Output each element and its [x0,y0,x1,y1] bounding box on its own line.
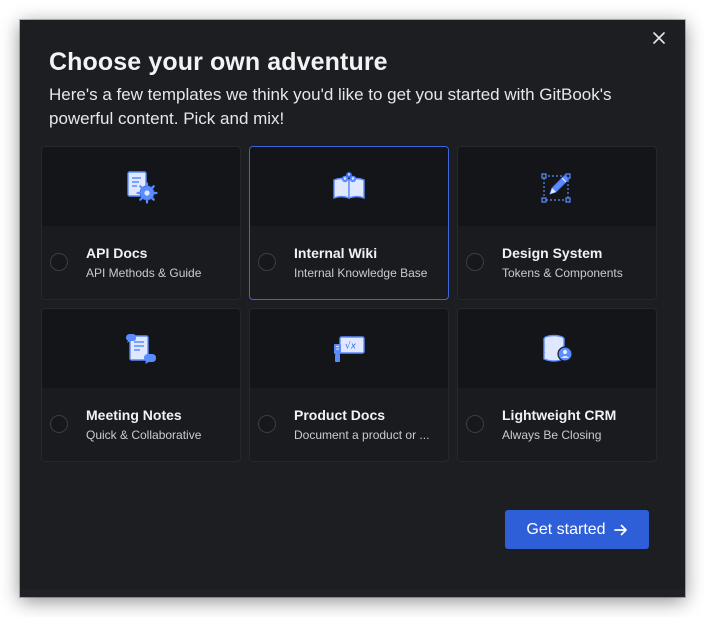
template-card-api-docs[interactable]: API Docs API Methods & Guide [41,146,241,300]
card-illustration [42,309,240,388]
template-card-meeting-notes[interactable]: Meeting Notes Quick & Collaborative [41,308,241,462]
close-icon [653,32,665,44]
template-description: Document a product or ... [294,428,430,442]
template-radio[interactable] [50,415,68,433]
template-title: Product Docs [294,407,386,423]
template-description: Internal Knowledge Base [294,266,428,280]
template-title: Internal Wiki [294,245,378,261]
dialog-bottom-edge [20,589,685,597]
template-title: Meeting Notes [86,407,182,423]
template-description: Always Be Closing [502,428,602,442]
close-button[interactable] [647,26,671,50]
card-illustration [42,147,240,226]
database-user-icon [540,332,574,366]
document-gear-icon [124,170,158,204]
template-card-internal-wiki[interactable]: Internal Wiki Internal Knowledge Base [249,146,449,300]
notes-chat-icon [124,332,158,366]
template-card-product-docs[interactable]: √x Product Docs Document a product or ..… [249,308,449,462]
get-started-button[interactable]: Get started [505,510,649,549]
template-radio[interactable] [258,415,276,433]
dialog-subtitle: Here's a few templates we think you'd li… [49,85,612,128]
svg-text:√x: √x [345,340,357,351]
dialog-title: Choose your own adventure [49,48,388,76]
card-illustration [458,147,656,226]
card-illustration [250,147,448,226]
template-radio[interactable] [258,253,276,271]
template-title: Lightweight CRM [502,407,617,423]
get-started-label: Get started [526,520,606,538]
pencil-frame-icon [540,170,574,204]
formula-board-icon: √x [331,332,367,366]
template-title: API Docs [86,245,148,261]
template-description: API Methods & Guide [86,266,202,280]
arrow-right-icon [613,524,627,535]
open-book-people-icon [332,170,366,204]
template-card-lightweight-crm[interactable]: Lightweight CRM Always Be Closing [457,308,657,462]
template-grid: API Docs API Methods & Guide Internal Wi… [41,146,657,462]
template-radio[interactable] [466,415,484,433]
template-title: Design System [502,245,603,261]
card-illustration [458,309,656,388]
template-card-design-system[interactable]: Design System Tokens & Components [457,146,657,300]
template-description: Tokens & Components [502,266,623,280]
template-picker-dialog: Choose your own adventure Here's a few t… [20,20,685,597]
template-description: Quick & Collaborative [86,428,202,442]
card-illustration: √x [250,309,448,388]
template-radio[interactable] [466,253,484,271]
template-radio[interactable] [50,253,68,271]
